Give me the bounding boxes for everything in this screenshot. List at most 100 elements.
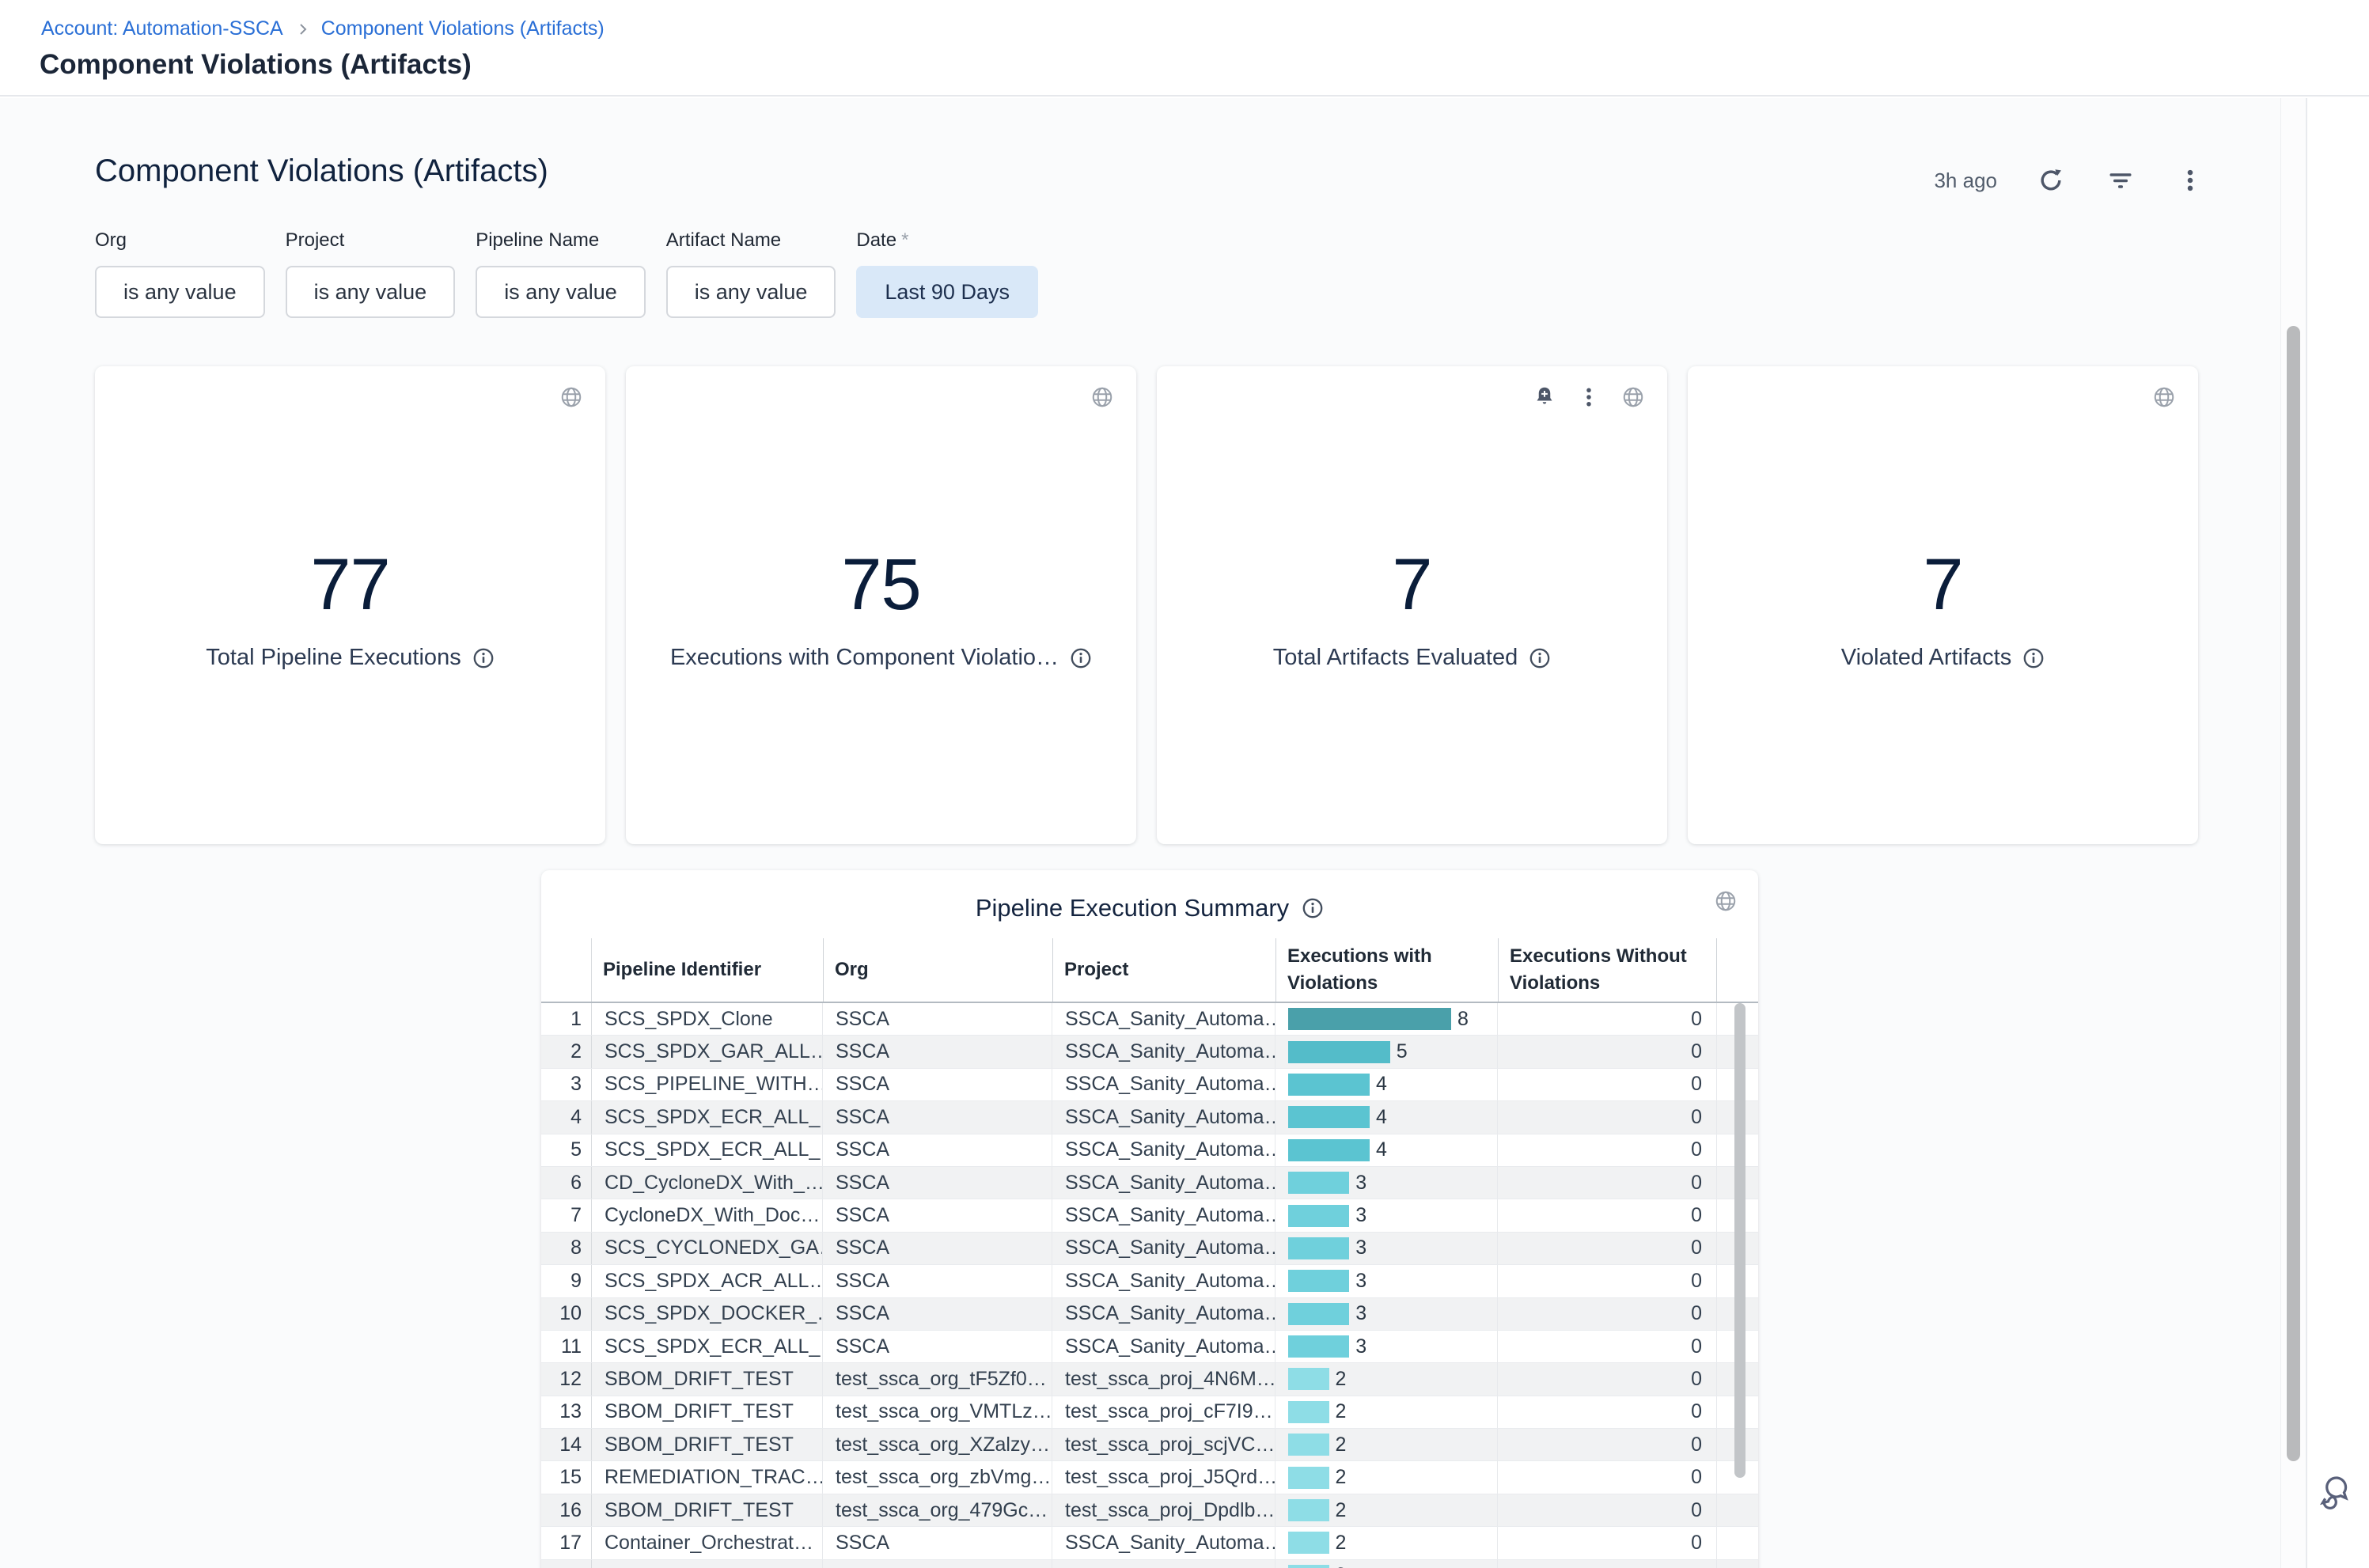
table-row[interactable]: 9 SCS_SPDX_ACR_ALL… SSCA SSCA_Sanity_Aut… bbox=[541, 1265, 1758, 1297]
table-row[interactable]: 5 SCS_SPDX_ECR_ALL_… SSCA SSCA_Sanity_Au… bbox=[541, 1134, 1758, 1167]
row-number-cell: 17 bbox=[541, 1527, 592, 1559]
table-row[interactable]: 2 SCS_SPDX_GAR_ALL… SSCA SSCA_Sanity_Aut… bbox=[541, 1036, 1758, 1068]
filter-chip[interactable]: is any value bbox=[286, 266, 456, 318]
filter-label: Project bbox=[286, 229, 345, 251]
violations-bar-value: 2 bbox=[1336, 1499, 1347, 1522]
table-row[interactable]: 16 SBOM_DRIFT_TEST test_ssca_org_479Gc… … bbox=[541, 1494, 1758, 1527]
violations-bar-value: 4 bbox=[1376, 1073, 1387, 1096]
with-violations-header[interactable]: Executions with Violations bbox=[1275, 938, 1498, 1002]
violations-bar-value: 2 bbox=[1336, 1434, 1347, 1456]
table-row[interactable]: 6 CD_CycloneDX_With_… SSCA SSCA_Sanity_A… bbox=[541, 1167, 1758, 1199]
info-icon[interactable] bbox=[1070, 647, 1092, 669]
info-icon[interactable] bbox=[472, 647, 495, 669]
table-row[interactable]: 7 CycloneDX_With_Doc… SSCA SSCA_Sanity_A… bbox=[541, 1199, 1758, 1232]
filter-value: is any value bbox=[695, 280, 808, 305]
table-row[interactable]: 11 SCS_SPDX_ECR_ALL_… SSCA SSCA_Sanity_A… bbox=[541, 1331, 1758, 1363]
project-cell: SSCA_Sanity_Automa… bbox=[1052, 1101, 1275, 1133]
stat-label: Total Pipeline Executions bbox=[206, 645, 461, 671]
globe-icon[interactable] bbox=[559, 385, 583, 409]
filter-group: Pipeline Name is any value bbox=[476, 229, 646, 318]
table-row[interactable]: 13 SBOM_DRIFT_TEST test_ssca_org_VMTLz… … bbox=[541, 1396, 1758, 1429]
globe-icon[interactable] bbox=[1621, 385, 1645, 409]
row-number-cell: 9 bbox=[541, 1265, 592, 1297]
filter-toggle-icon[interactable] bbox=[2105, 165, 2136, 196]
without-violations-cell: 0 bbox=[1498, 1494, 1717, 1526]
kebab-menu-icon[interactable] bbox=[1577, 385, 1601, 409]
violations-bar bbox=[1288, 1499, 1329, 1521]
page-scrollbar-thumb[interactable] bbox=[2287, 326, 2300, 1461]
table-row[interactable]: 3 SCS_PIPELINE_WITH… SSCA SSCA_Sanity_Au… bbox=[541, 1069, 1758, 1101]
table-row[interactable]: 2 bbox=[541, 1560, 1758, 1568]
info-icon[interactable] bbox=[2022, 647, 2045, 669]
table-row[interactable]: 1 SCS_SPDX_Clone SSCA SSCA_Sanity_Automa… bbox=[541, 1003, 1758, 1036]
org-cell bbox=[823, 1560, 1052, 1568]
violations-bar bbox=[1288, 1565, 1329, 1568]
filter-chip[interactable]: is any value bbox=[476, 266, 646, 318]
without-violations-cell: 0 bbox=[1498, 1527, 1717, 1559]
pipeline-header[interactable]: Pipeline Identifier bbox=[592, 938, 823, 1002]
globe-icon[interactable] bbox=[2152, 385, 2176, 409]
filter-chip[interactable]: Last 90 Days bbox=[856, 266, 1038, 318]
breadcrumb-current-link[interactable]: Component Violations (Artifacts) bbox=[321, 17, 605, 40]
filter-label: Date bbox=[856, 229, 896, 251]
without-violations-header[interactable]: Executions Without Violations bbox=[1498, 938, 1717, 1002]
table-row[interactable]: 17 Container_Orchestrat… SSCA SSCA_Sanit… bbox=[541, 1527, 1758, 1559]
pipeline-cell: SBOM_DRIFT_TEST bbox=[592, 1429, 823, 1460]
table-row[interactable]: 10 SCS_SPDX_DOCKER_… SSCA SSCA_Sanity_Au… bbox=[541, 1298, 1758, 1331]
row-number-cell: 2 bbox=[541, 1036, 592, 1067]
globe-icon[interactable] bbox=[1090, 385, 1114, 409]
pipeline-cell: SCS_SPDX_ECR_ALL_… bbox=[592, 1331, 823, 1362]
table-row[interactable]: 14 SBOM_DRIFT_TEST test_ssca_org_XZalzy…… bbox=[541, 1429, 1758, 1461]
stat-label: Executions with Component Violatio… bbox=[670, 645, 1059, 671]
org-cell: test_ssca_org_zbVmg… bbox=[823, 1461, 1052, 1493]
pipeline-summary-card: Pipeline Execution Summary Pipeline Iden… bbox=[541, 870, 1758, 1568]
with-violations-cell: 2 bbox=[1275, 1527, 1498, 1559]
table-row[interactable]: 8 SCS_CYCLONEDX_GA… SSCA SSCA_Sanity_Aut… bbox=[541, 1233, 1758, 1265]
chat-help-icon[interactable] bbox=[2314, 1470, 2355, 1515]
table-row[interactable]: 12 SBOM_DRIFT_TEST test_ssca_org_tF5Zf0…… bbox=[541, 1363, 1758, 1396]
project-header[interactable]: Project bbox=[1052, 938, 1275, 1002]
violations-bar bbox=[1288, 1172, 1349, 1194]
with-violations-cell: 4 bbox=[1275, 1101, 1498, 1133]
with-violations-cell: 3 bbox=[1275, 1265, 1498, 1297]
page-title: Component Violations (Artifacts) bbox=[40, 49, 472, 81]
violations-bar bbox=[1288, 1074, 1370, 1096]
breadcrumb: Account: Automation-SSCA Component Viola… bbox=[41, 17, 605, 40]
filter-chip[interactable]: is any value bbox=[666, 266, 836, 318]
with-violations-cell: 3 bbox=[1275, 1331, 1498, 1362]
without-violations-cell: 0 bbox=[1498, 1069, 1717, 1100]
project-cell: SSCA_Sanity_Automa… bbox=[1052, 1265, 1275, 1297]
info-icon[interactable] bbox=[1529, 647, 1551, 669]
violations-bar-value: 4 bbox=[1376, 1106, 1387, 1129]
org-cell: SSCA bbox=[823, 1036, 1052, 1067]
more-options-icon[interactable] bbox=[2174, 165, 2206, 196]
org-cell: SSCA bbox=[823, 1298, 1052, 1330]
org-header[interactable]: Org bbox=[823, 938, 1052, 1002]
org-cell: SSCA bbox=[823, 1331, 1052, 1362]
table-row[interactable]: 15 REMEDIATION_TRAC… test_ssca_org_zbVmg… bbox=[541, 1461, 1758, 1494]
without-violations-cell: 0 bbox=[1498, 1331, 1717, 1362]
with-violations-cell: 2 bbox=[1275, 1396, 1498, 1428]
filter-chip[interactable]: is any value bbox=[95, 266, 265, 318]
table-row[interactable]: 4 SCS_SPDX_ECR_ALL_… SSCA SSCA_Sanity_Au… bbox=[541, 1101, 1758, 1134]
without-violations-cell: 0 bbox=[1498, 1036, 1717, 1067]
violations-bar-value: 3 bbox=[1355, 1237, 1366, 1259]
info-icon[interactable] bbox=[1302, 897, 1324, 919]
globe-icon[interactable] bbox=[1714, 889, 1738, 917]
breadcrumb-account-link[interactable]: Account: Automation-SSCA bbox=[41, 17, 283, 40]
table-scrollbar-thumb[interactable] bbox=[1734, 1003, 1745, 1478]
bell-plus-icon[interactable] bbox=[1533, 385, 1556, 409]
without-violations-cell: 0 bbox=[1498, 1363, 1717, 1395]
violations-bar bbox=[1288, 1335, 1349, 1358]
refresh-icon[interactable] bbox=[2035, 165, 2067, 196]
project-cell: test_ssca_proj_4N6M… bbox=[1052, 1363, 1275, 1395]
pipeline-cell: SCS_CYCLONEDX_GA… bbox=[592, 1233, 823, 1264]
project-cell: SSCA_Sanity_Automa… bbox=[1052, 1003, 1275, 1035]
stat-card: 7 Violated Artifacts bbox=[1688, 366, 2198, 844]
project-cell: SSCA_Sanity_Automa… bbox=[1052, 1298, 1275, 1330]
with-violations-cell: 5 bbox=[1275, 1036, 1498, 1067]
violations-bar bbox=[1288, 1008, 1451, 1030]
project-cell: SSCA_Sanity_Automa… bbox=[1052, 1233, 1275, 1264]
org-cell: SSCA bbox=[823, 1527, 1052, 1559]
org-cell: test_ssca_org_479Gc… bbox=[823, 1494, 1052, 1526]
